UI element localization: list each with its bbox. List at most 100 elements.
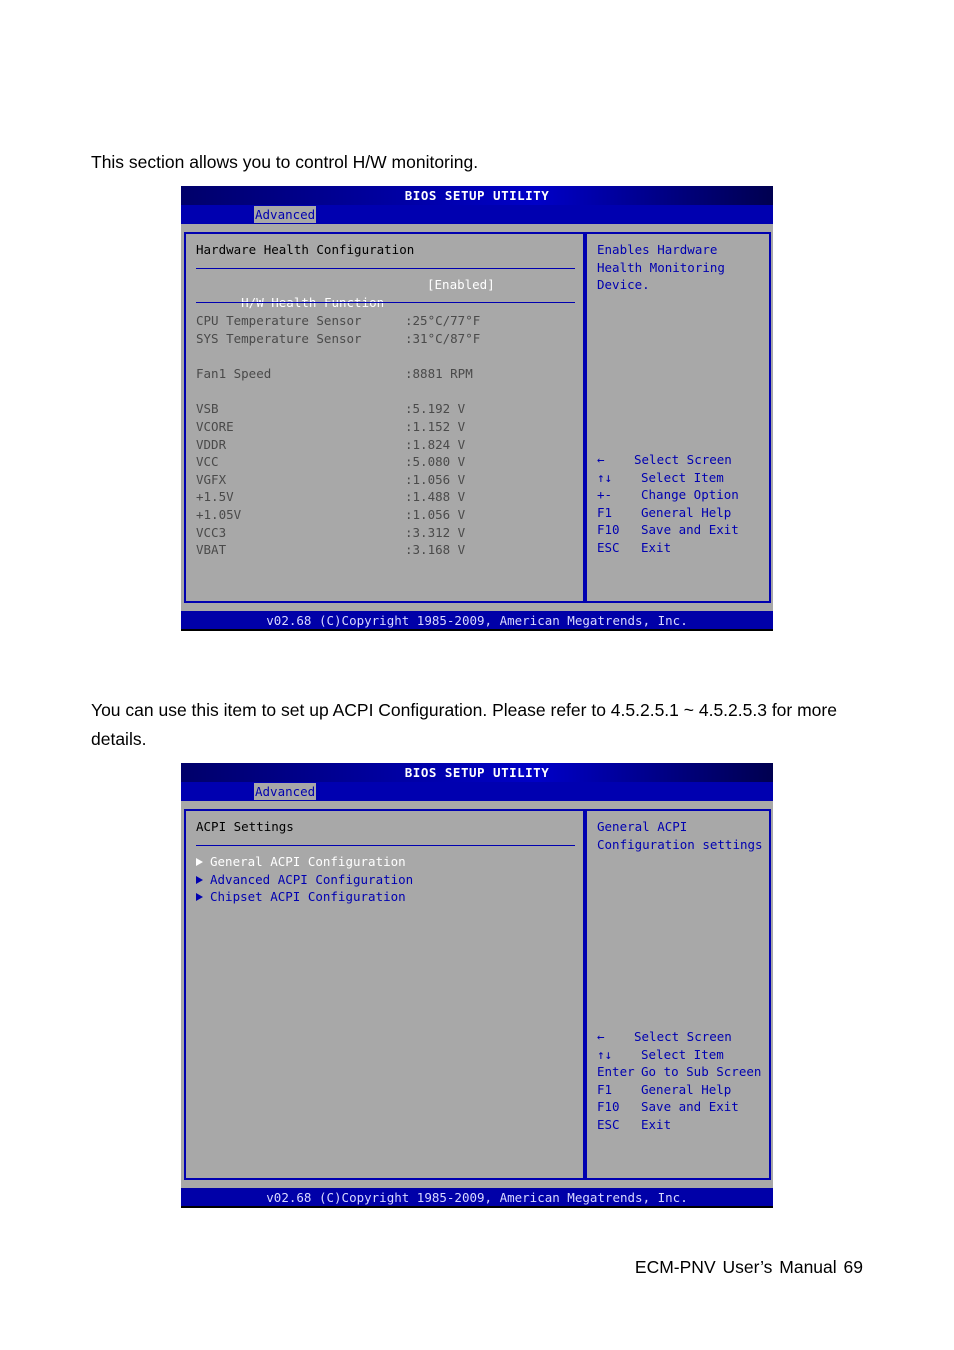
key-name: Enter xyxy=(597,1064,635,1080)
acpi-intro: You can use this item to set up ACPI Con… xyxy=(91,700,837,749)
help-text: General ACPI Configuration settings xyxy=(597,818,763,853)
sensor-value: :5.192 V xyxy=(405,401,466,416)
submenu-label: General ACPI Configuration xyxy=(210,854,406,869)
sensor-label: +1.5V xyxy=(196,489,234,504)
key-description: Select Item xyxy=(641,1046,724,1062)
sensor-row: Fan1 Speed :8881 RPM xyxy=(196,365,575,383)
tab-advanced[interactable]: Advanced xyxy=(254,206,317,223)
sensor-value: :8881 RPM xyxy=(405,366,473,381)
panel-heading: Hardware Health Configuration xyxy=(196,242,415,257)
submenu-label: Chipset ACPI Configuration xyxy=(210,889,406,905)
setting-value[interactable]: [Enabled] xyxy=(427,276,495,294)
sensor-label: +1.05V xyxy=(196,507,242,522)
key-name: ← xyxy=(597,452,605,467)
sensor-label: VSB xyxy=(196,401,219,416)
submenu-label: Advanced ACPI Configuration xyxy=(210,871,414,887)
key-description: General Help xyxy=(641,504,732,520)
sensor-label: SYS Temperature Sensor xyxy=(196,331,362,346)
key-name: ← xyxy=(597,1029,605,1044)
key-name: ↑↓ xyxy=(597,469,613,485)
key-description: Exit xyxy=(641,539,672,555)
sensor-value: :1.152 V xyxy=(405,419,466,434)
sensor-value: :1.056 V xyxy=(405,472,466,487)
sensor-row: SYS Temperature Sensor :31°C/87°F xyxy=(196,330,575,348)
submenu-item[interactable]: General ACPI Configuration xyxy=(196,853,406,871)
copyright-bar: v02.68 (C)Copyright 1985-2009, American … xyxy=(181,1188,773,1208)
sensor-value: :1.824 V xyxy=(405,437,466,452)
sensor-value: :31°C/87°F xyxy=(405,331,481,346)
bios-title-bar: BIOS SETUP UTILITY xyxy=(181,186,773,205)
key-description: Select Screen xyxy=(634,1029,732,1044)
sensor-value: :25°C/77°F xyxy=(405,313,481,328)
help-panel: Enables Hardware Health Monitoring Device.… xyxy=(585,232,771,603)
sensor-value: :1.488 V xyxy=(405,489,466,504)
sensor-row: +1.05V :1.056 V xyxy=(196,506,575,524)
sensor-row: VCC3 :3.312 V xyxy=(196,524,575,542)
submenu-arrow-icon xyxy=(196,893,203,902)
hw-health-function-setting[interactable]: H/W Health Function [Enabled] xyxy=(196,276,575,310)
key-name: F10 xyxy=(597,522,620,538)
help-line: General ACPI xyxy=(597,819,688,834)
sensor-label: Fan1 Speed xyxy=(196,366,272,381)
hw-monitoring-intro: This section allows you to control H/W m… xyxy=(91,152,479,172)
tab-advanced[interactable]: Advanced xyxy=(254,783,317,800)
submenu-item[interactable]: Chipset ACPI Configuration xyxy=(196,888,406,906)
sensor-value: :3.312 V xyxy=(405,525,466,540)
submenu-item[interactable]: Advanced ACPI Configuration xyxy=(196,871,413,889)
key-name: F1 xyxy=(597,1081,613,1097)
sensor-label: VCC3 xyxy=(196,525,227,540)
sensor-row: VCORE :1.152 V xyxy=(196,418,575,436)
settings-panel: Hardware Health Configuration H/W Health… xyxy=(184,232,585,603)
divider xyxy=(196,845,575,846)
key-description: Go to Sub Screen xyxy=(641,1064,762,1080)
key-description: Select Item xyxy=(641,469,724,485)
help-panel: General ACPI Configuration settings ← Sele… xyxy=(585,809,771,1180)
bios-title-bar: BIOS SETUP UTILITY xyxy=(181,763,773,782)
sensor-label: VBAT xyxy=(196,542,227,557)
help-line: Health Monitoring xyxy=(597,259,725,275)
sensor-label: VDDR xyxy=(196,437,227,452)
key-name: ↑↓ xyxy=(597,1046,613,1062)
help-text: Enables Hardware Health Monitoring Device. xyxy=(597,241,725,294)
bios-menu-bar: Advanced xyxy=(181,205,773,224)
help-line: Device. xyxy=(597,277,650,293)
sensor-value: :1.056 V xyxy=(405,507,466,522)
key-description: General Help xyxy=(641,1081,732,1097)
divider xyxy=(196,268,575,269)
sensor-row: CPU Temperature Sensor :25°C/77°F xyxy=(196,312,575,330)
key-description: Save and Exit xyxy=(641,1099,739,1115)
bios-menu-bar: Advanced xyxy=(181,782,773,801)
bios-screen-acpi-settings: BIOS SETUP UTILITY Advanced ACPI Setting… xyxy=(181,763,773,1208)
help-line: Enables Hardware xyxy=(597,242,718,257)
key-name: F10 xyxy=(597,1099,620,1115)
page-footer: ECM-PNV User’s Manual 69 xyxy=(634,1257,863,1277)
sensor-label: VCC xyxy=(196,454,219,469)
submenu-arrow-icon xyxy=(196,858,203,866)
submenu-arrow-icon xyxy=(196,875,203,884)
panel-heading: ACPI Settings xyxy=(196,819,294,834)
key-description: Change Option xyxy=(641,487,739,503)
settings-panel: ACPI Settings General ACPI Configuration… xyxy=(184,809,585,1180)
key-name: ESC xyxy=(597,1116,620,1132)
sensor-label: VGFX xyxy=(196,472,227,487)
sensor-row: +1.5V :1.488 V xyxy=(196,488,575,506)
bios-screen-hardware-health: BIOS SETUP UTILITY Advanced Hardware Hea… xyxy=(181,186,773,631)
sensor-row: VCC :5.080 V xyxy=(196,453,575,471)
key-name: ESC xyxy=(597,539,620,555)
sensor-row: VGFX :1.056 V xyxy=(196,471,575,489)
sensor-label: VCORE xyxy=(196,419,234,434)
sensor-value: :5.080 V xyxy=(405,454,466,469)
key-name: +- xyxy=(597,487,613,503)
help-line: Configuration settings xyxy=(597,836,763,852)
sensor-label: CPU Temperature Sensor xyxy=(196,313,362,328)
sensor-row: VDDR :1.824 V xyxy=(196,436,575,454)
sensor-value: :3.168 V xyxy=(405,542,466,557)
key-description: Save and Exit xyxy=(641,522,739,538)
sensor-row: VBAT :3.168 V xyxy=(196,541,575,559)
key-name: F1 xyxy=(597,504,613,520)
key-description: Select Screen xyxy=(634,452,732,467)
sensor-row: VSB :5.192 V xyxy=(196,400,575,418)
key-description: Exit xyxy=(641,1116,672,1132)
copyright-bar: v02.68 (C)Copyright 1985-2009, American … xyxy=(181,611,773,631)
divider xyxy=(196,302,575,303)
